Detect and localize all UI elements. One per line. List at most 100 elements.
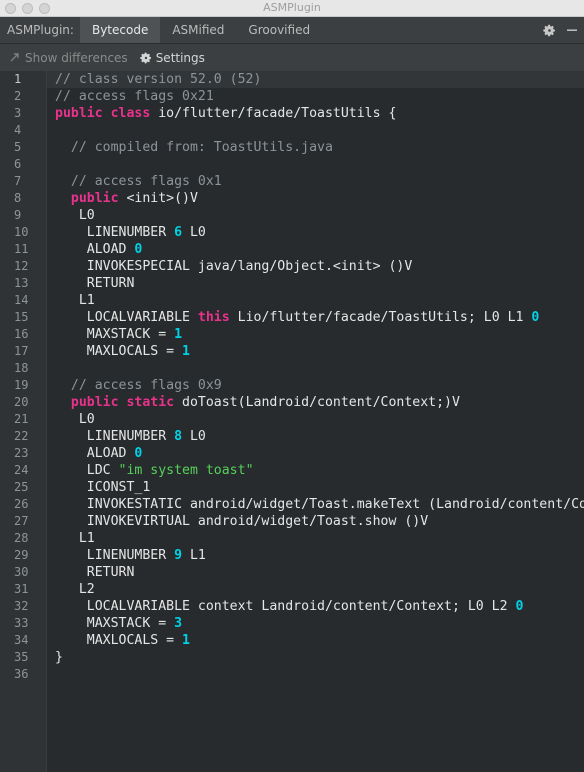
- code-line-text: // class version 52.0 (52): [47, 72, 261, 87]
- code-token: 0: [531, 310, 540, 325]
- settings-button[interactable]: Settings: [139, 51, 205, 65]
- code-token: // access flags 0x1: [55, 174, 222, 189]
- code-line-text: L1: [47, 531, 95, 546]
- line-number: 35: [14, 650, 29, 664]
- line-number: 4: [14, 123, 22, 137]
- line-number: 29: [14, 548, 29, 562]
- show-differences-button[interactable]: Show differences: [9, 51, 128, 65]
- line-number: 24: [14, 463, 29, 477]
- code-token: 1: [182, 633, 190, 648]
- code-line: // access flags 0x1: [47, 173, 584, 190]
- code-token: MAXSTACK =: [55, 327, 175, 342]
- line-number: 25: [14, 480, 29, 494]
- code-token: public static: [70, 395, 175, 410]
- line-number: 14: [14, 293, 29, 307]
- line-number: 32: [14, 599, 29, 613]
- code-token: MAXLOCALS =: [55, 633, 183, 648]
- code-token: L0: [55, 412, 95, 427]
- code-token: LOCALVARIABLE: [55, 310, 198, 325]
- code-token: 3: [174, 616, 183, 631]
- code-line-text: L1: [47, 293, 95, 308]
- line-number: 1: [14, 72, 22, 86]
- settings-gear-button[interactable]: [543, 24, 556, 37]
- code-line-text: // compiled from: ToastUtils.java: [47, 140, 333, 155]
- code-line: // class version 52.0 (52): [47, 71, 584, 88]
- line-number: 13: [14, 276, 29, 290]
- line-number: 23: [14, 446, 29, 460]
- code-line-text: RETURN: [47, 276, 135, 291]
- hide-panel-button[interactable]: [566, 23, 578, 37]
- code-token: L1: [55, 293, 95, 308]
- line-number-gutter: 1 2 3 4 5 6 7 8 9 10 11 12 13 14 15 16 17 18 19 20 21 22 23 24 2…: [0, 71, 47, 772]
- line-number: 16: [14, 327, 29, 341]
- code-token: // access flags 0x21: [55, 89, 214, 104]
- code-token: this: [197, 310, 230, 325]
- code-token: 0: [134, 446, 143, 461]
- code-line: LDC "im system toast": [47, 462, 584, 479]
- code-token: ALOAD: [55, 242, 135, 257]
- code-line-text: INVOKEVIRTUAL android/widget/Toast.show …: [47, 514, 428, 529]
- code-line-text: MAXLOCALS = 1: [47, 344, 190, 359]
- code-line-text: LINENUMBER 9 L1: [47, 548, 206, 563]
- code-line: L1: [47, 530, 584, 547]
- code-line-text: L2: [47, 582, 95, 597]
- code-line-text: LOCALVARIABLE context Landroid/content/C…: [47, 599, 524, 614]
- code-token: // compiled from: ToastUtils.java: [55, 140, 333, 155]
- tab-asmified[interactable]: ASMified: [160, 17, 236, 43]
- code-token: 0: [134, 242, 143, 257]
- line-number: 26: [14, 497, 29, 511]
- bytecode-editor[interactable]: 1 2 3 4 5 6 7 8 9 10 11 12 13 14 15 16 17 18 19 20 21 22 23 24 2…: [0, 71, 584, 772]
- code-line: public class io/flutter/facade/ToastUtil…: [47, 105, 584, 122]
- line-number: 3: [14, 106, 22, 120]
- code-token: RETURN: [55, 565, 135, 580]
- gear-icon: [543, 24, 555, 36]
- code-token: io/flutter/facade/ToastUtils {: [150, 106, 397, 121]
- code-line: // access flags 0x21: [47, 88, 584, 105]
- tab-groovified[interactable]: Groovified: [236, 17, 322, 43]
- code-token: INVOKESPECIAL java/lang/Object.<init> ()…: [55, 259, 413, 274]
- tab-bytecode[interactable]: Bytecode: [79, 17, 161, 43]
- code-line: MAXSTACK = 1: [47, 326, 584, 343]
- code-line: ALOAD 0: [47, 241, 584, 258]
- code-line: LOCALVARIABLE this Lio/flutter/facade/To…: [47, 309, 584, 326]
- code-line-text: INVOKESTATIC android/widget/Toast.makeTe…: [47, 497, 584, 512]
- toolbar: Show differences Settings: [0, 44, 584, 72]
- plugin-label: ASMPlugin:: [7, 23, 74, 37]
- line-number: 2: [14, 89, 22, 103]
- code-line: MAXLOCALS = 1: [47, 632, 584, 649]
- code-line: L1: [47, 292, 584, 309]
- code-token: LINENUMBER: [55, 548, 175, 563]
- line-number: 17: [14, 344, 29, 358]
- line-number: 20: [14, 395, 29, 409]
- line-number: 10: [14, 225, 29, 239]
- code-token: LDC: [55, 463, 119, 478]
- code-line: LINENUMBER 8 L0: [47, 428, 584, 445]
- code-line-text: LDC "im system toast": [47, 463, 254, 478]
- minus-icon: [567, 29, 577, 31]
- tab-bar: ASMPlugin: Bytecode ASMified Groovified: [0, 17, 584, 44]
- code-line-text: }: [47, 650, 63, 665]
- line-number: 15: [14, 310, 29, 324]
- line-number: 5: [14, 140, 22, 154]
- window-title: ASMPlugin: [263, 1, 321, 14]
- code-line: RETURN: [47, 275, 584, 292]
- show-differences-label: Show differences: [25, 50, 128, 65]
- code-token: LOCALVARIABLE context Landroid/content/C…: [55, 599, 516, 614]
- code-token: doToast(Landroid/content/Context;)V: [174, 395, 460, 410]
- code-line: [47, 666, 584, 683]
- code-line: }: [47, 649, 584, 666]
- code-token: L0: [182, 225, 206, 240]
- line-number: 7: [14, 174, 22, 188]
- code-line: RETURN: [47, 564, 584, 581]
- asmplugin-window: ASMPlugin ASMPlugin: Bytecode ASMified G…: [0, 0, 584, 772]
- code-area[interactable]: // class version 52.0 (52) // access flag…: [47, 71, 584, 772]
- code-token: public class: [55, 106, 151, 121]
- code-token: L0: [182, 429, 206, 444]
- code-token: }: [55, 650, 63, 665]
- code-line-text: INVOKESPECIAL java/lang/Object.<init> ()…: [47, 259, 413, 274]
- code-token: // class version 52.0 (52): [55, 72, 262, 87]
